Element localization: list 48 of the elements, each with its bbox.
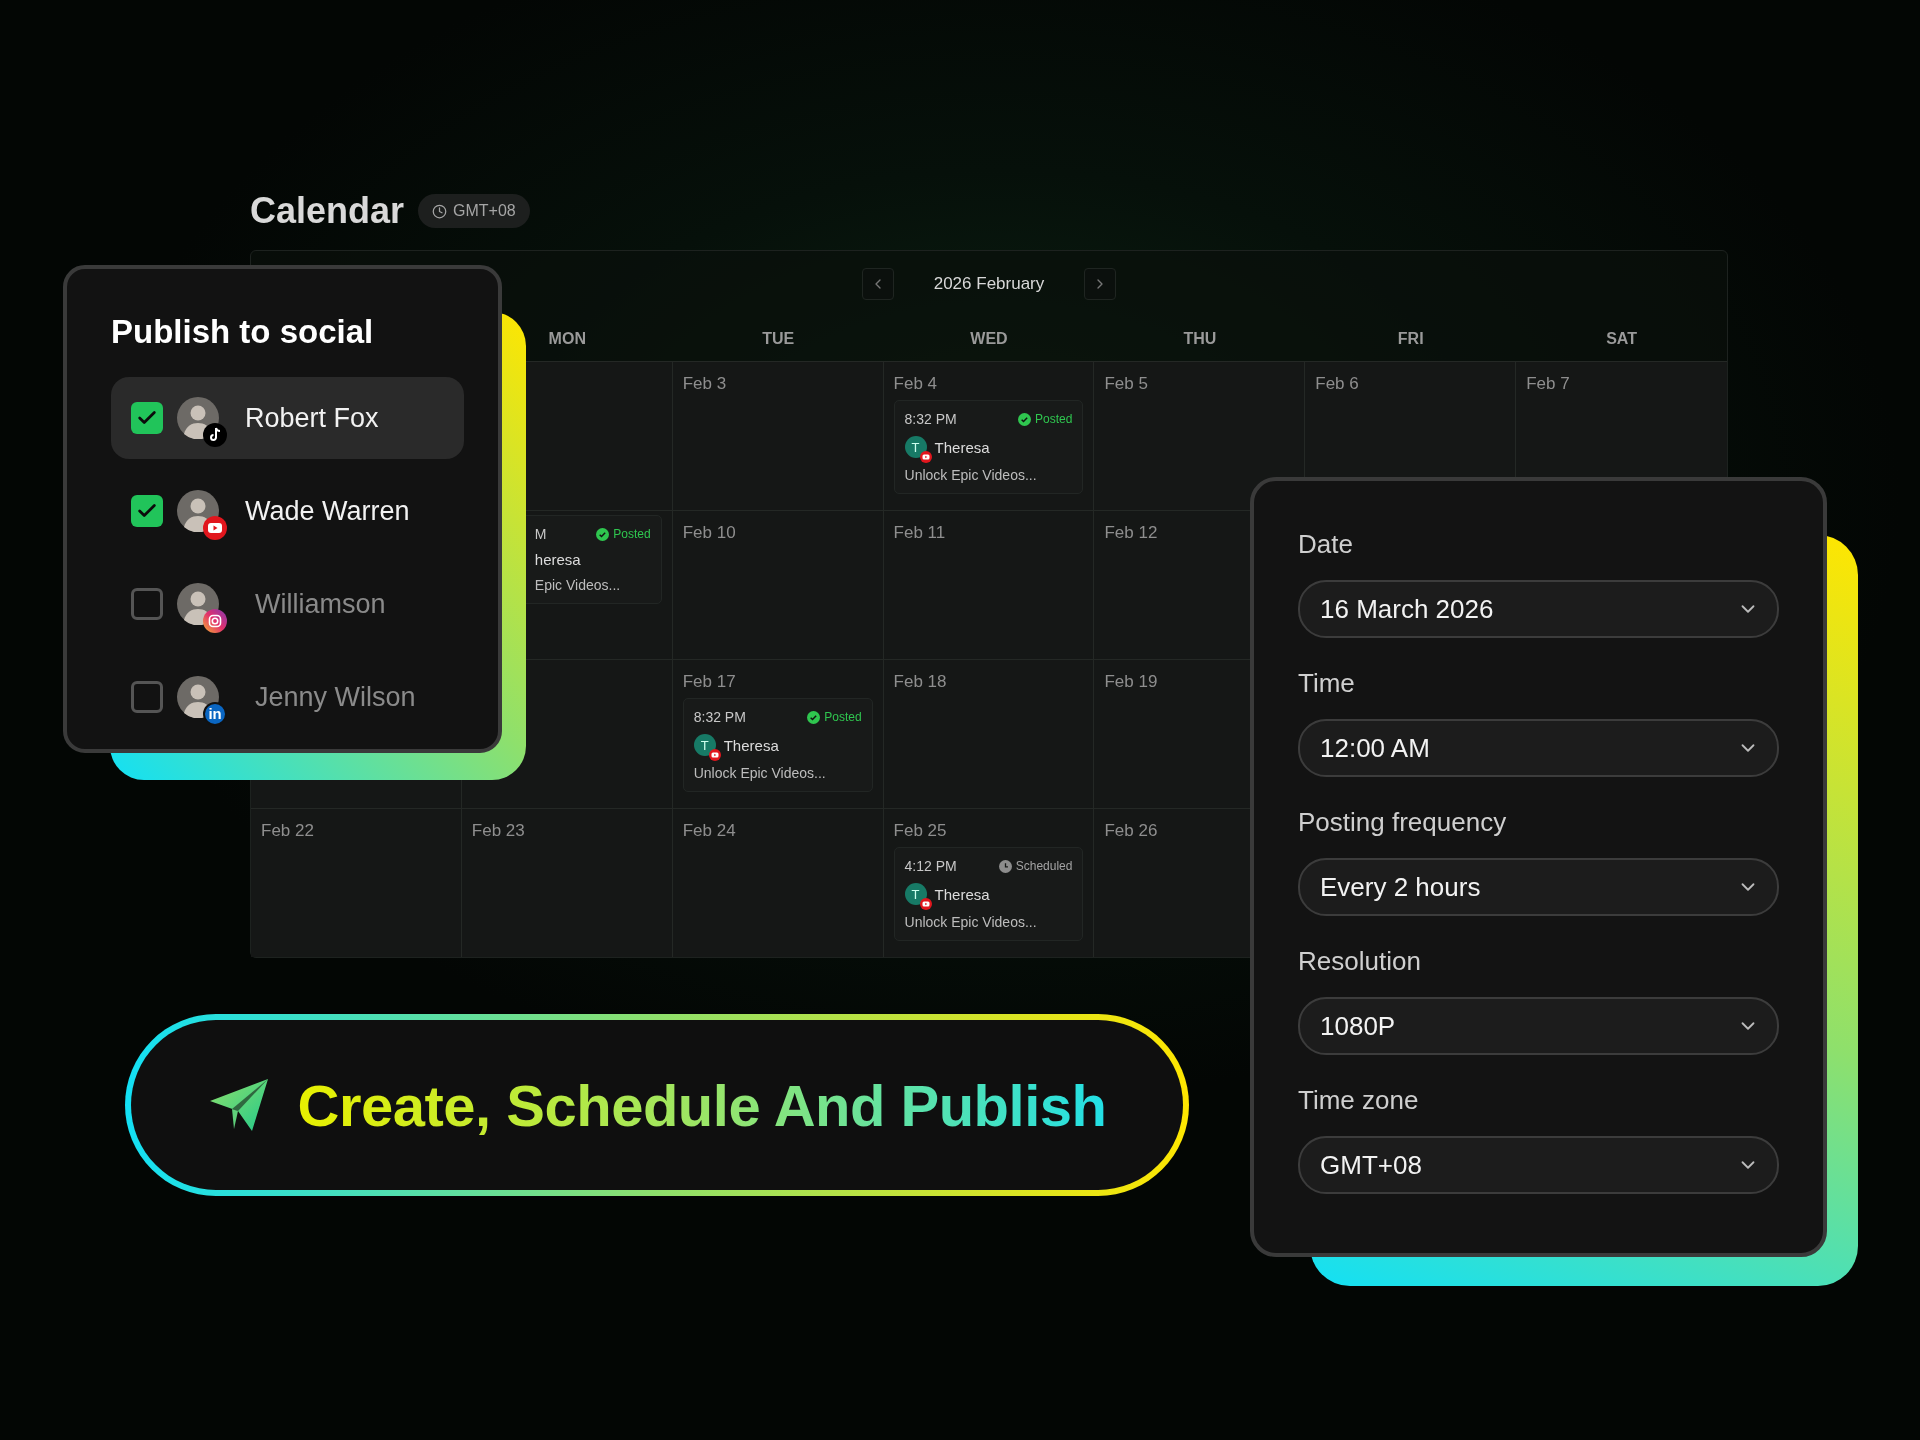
account-name: Jenny Wilson [255,681,416,713]
day-number: Feb 4 [893,374,939,394]
day-number: Feb 10 [682,523,737,543]
day-number: Feb 17 [682,672,737,692]
day-number: Feb 25 [893,821,948,841]
weekday-label: WED [970,330,1008,348]
event-time: 8:32 PM [904,411,957,427]
event-status: Posted [1018,412,1073,426]
event-title: Unlock Epic Videos... [693,765,827,781]
field-label: Time zone [1298,1085,1420,1116]
weekday-label: TUE [762,330,795,348]
event-status: Scheduled [998,859,1073,873]
linkedin-badge: in [203,702,227,726]
event-author: heresa [534,551,581,568]
day-number: Feb 24 [682,821,737,841]
day-number: Feb 11 [893,523,947,543]
event-title: Unlock Epic Videos... [904,467,1038,483]
month-label: 2026 February [933,274,1045,294]
timezone-badge: GMT+08 [418,194,530,228]
event-time: M [534,526,547,542]
account-name: Williamson [255,588,386,620]
account-name: Wade Warren [245,495,410,527]
calendar-title: Calendar [250,190,405,232]
day-number: Feb 22 [261,821,315,841]
day-number: Feb 12 [1104,523,1159,543]
event-time: 8:32 PM [693,709,746,725]
event-title: Epic Videos... [534,577,622,593]
event-status: Posted [596,527,651,541]
weekday-label: SAT [1606,330,1637,348]
event-author: Theresa [934,438,990,456]
day-number: Feb 23 [471,821,526,841]
day-number: Feb 3 [682,374,728,394]
day-number: Feb 5 [1104,374,1149,394]
day-number: Feb 7 [1526,374,1571,394]
event-title: Unlock Epic Videos... [904,914,1038,930]
event-status: Posted [807,710,862,724]
account-name: Robert Fox [245,402,379,434]
event-author: Theresa [723,736,779,754]
day-number: Feb 19 [1104,672,1159,692]
event-author: Theresa [934,885,990,903]
day-number: Feb 6 [1315,374,1360,394]
panel-title: Publish to social [111,313,375,351]
weekday-label: THU [1183,330,1217,348]
day-number: Feb 18 [893,672,948,692]
weekday-label: MON [548,330,586,348]
day-number: Feb 26 [1104,821,1159,841]
event-time: 4:12 PM [904,858,957,874]
weekday-label: FRI [1397,330,1424,348]
